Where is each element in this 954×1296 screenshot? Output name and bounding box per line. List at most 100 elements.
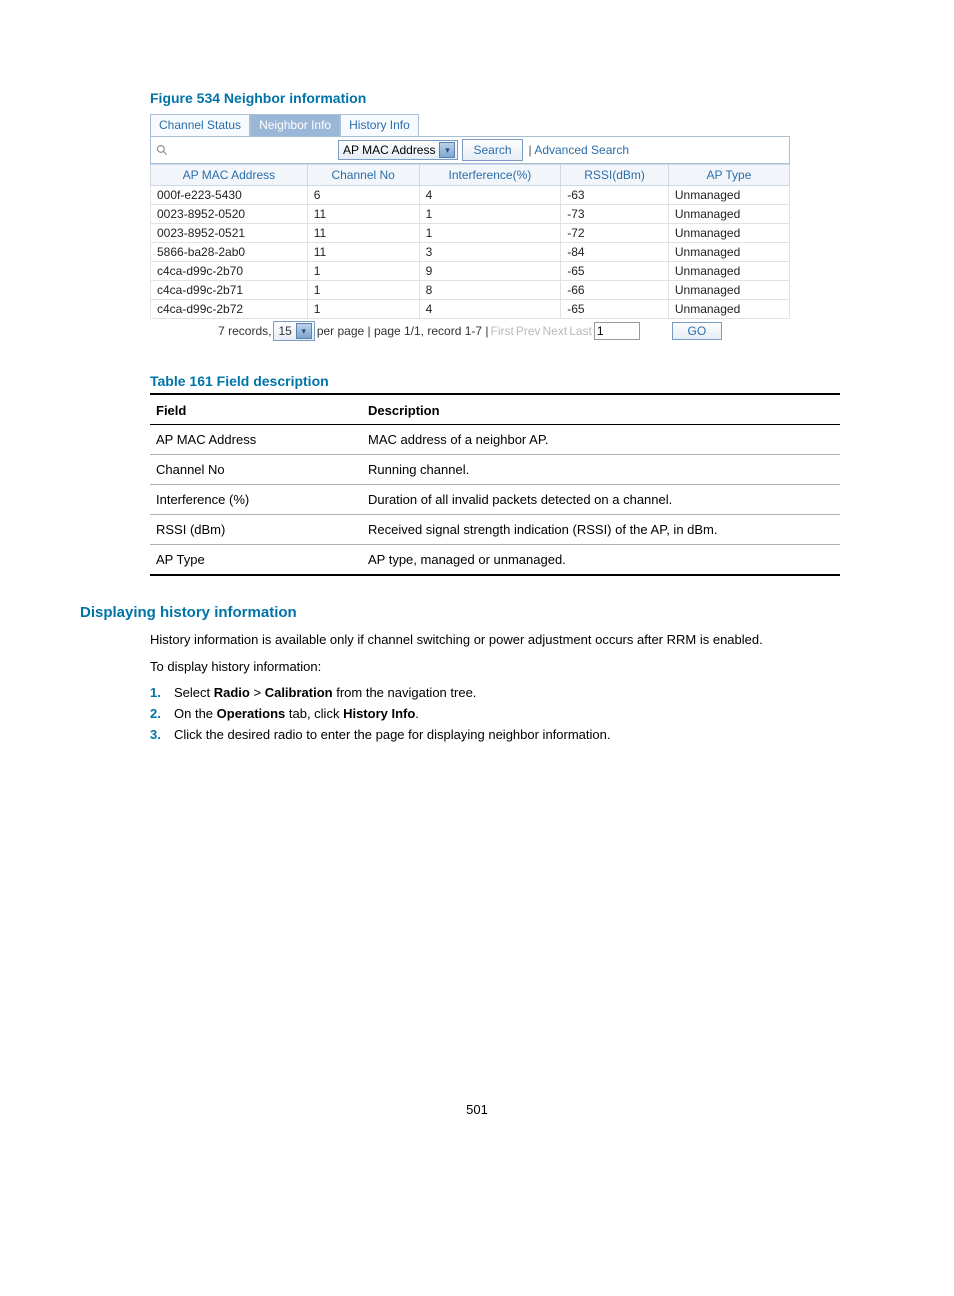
- table-cell: AP MAC Address: [150, 425, 362, 455]
- ui-screenshot: Channel Status Neighbor Info History Inf…: [150, 114, 790, 341]
- search-button[interactable]: Search: [462, 139, 522, 161]
- table-title: Table 161 Field description: [150, 373, 874, 389]
- pager-last[interactable]: Last: [569, 324, 592, 338]
- search-bar: AP MAC Address ▾ Search Advanced Search: [150, 136, 790, 164]
- table-cell: Unmanaged: [668, 262, 789, 281]
- table-cell: -84: [561, 243, 669, 262]
- list-item: 1.Select Radio > Calibration from the na…: [150, 685, 840, 700]
- desc-header-description: Description: [362, 394, 840, 425]
- table-cell: 4: [419, 186, 561, 205]
- tab-bar: Channel Status Neighbor Info History Inf…: [150, 114, 790, 136]
- col-ap-type[interactable]: AP Type: [668, 165, 789, 186]
- pager: 7 records, 15 ▾ per page | page 1/1, rec…: [150, 321, 790, 341]
- body-text: History information is available only if…: [150, 631, 840, 742]
- page-number: 501: [80, 1102, 874, 1117]
- table-cell: 1: [419, 205, 561, 224]
- pager-prev[interactable]: Prev: [516, 324, 541, 338]
- neighbor-table: AP MAC Address Channel No Interference(%…: [150, 164, 790, 319]
- table-cell: -65: [561, 300, 669, 319]
- table-row[interactable]: c4ca-d99c-2b7019-65Unmanaged: [151, 262, 790, 281]
- search-field-select[interactable]: AP MAC Address ▾: [338, 140, 458, 160]
- table-cell: Interference (%): [150, 485, 362, 515]
- table-row[interactable]: c4ca-d99c-2b7214-65Unmanaged: [151, 300, 790, 319]
- table-cell: 0023-8952-0521: [151, 224, 308, 243]
- list-item: 2.On the Operations tab, click History I…: [150, 706, 840, 721]
- table-cell: 1: [419, 224, 561, 243]
- table-cell: Unmanaged: [668, 224, 789, 243]
- pager-records-text: 7 records,: [218, 324, 271, 338]
- per-page-value: 15: [278, 324, 291, 338]
- per-page-select[interactable]: 15 ▾: [273, 321, 314, 341]
- table-cell: 000f-e223-5430: [151, 186, 308, 205]
- search-input[interactable]: [175, 142, 334, 158]
- table-row[interactable]: c4ca-d99c-2b7118-66Unmanaged: [151, 281, 790, 300]
- table-cell: 1: [307, 300, 419, 319]
- table-row: AP MAC AddressMAC address of a neighbor …: [150, 425, 840, 455]
- col-rssi[interactable]: RSSI(dBm): [561, 165, 669, 186]
- col-channel-no[interactable]: Channel No: [307, 165, 419, 186]
- table-cell: Running channel.: [362, 455, 840, 485]
- table-row[interactable]: 0023-8952-0521111-72Unmanaged: [151, 224, 790, 243]
- table-cell: c4ca-d99c-2b71: [151, 281, 308, 300]
- col-ap-mac[interactable]: AP MAC Address: [151, 165, 308, 186]
- table-cell: Received signal strength indication (RSS…: [362, 515, 840, 545]
- list-item: 3.Click the desired radio to enter the p…: [150, 727, 840, 742]
- tab-neighbor-info[interactable]: Neighbor Info: [250, 114, 340, 136]
- table-row: RSSI (dBm)Received signal strength indic…: [150, 515, 840, 545]
- chevron-down-icon: ▾: [296, 323, 312, 339]
- table-cell: 0023-8952-0520: [151, 205, 308, 224]
- table-cell: 11: [307, 243, 419, 262]
- field-description-table: Field Description AP MAC AddressMAC addr…: [150, 393, 840, 576]
- table-cell: -66: [561, 281, 669, 300]
- chevron-down-icon: ▾: [439, 142, 455, 158]
- search-field-select-value: AP MAC Address: [343, 143, 435, 157]
- tab-history-info[interactable]: History Info: [340, 114, 419, 136]
- table-row: Channel NoRunning channel.: [150, 455, 840, 485]
- table-cell: Unmanaged: [668, 300, 789, 319]
- table-cell: Duration of all invalid packets detected…: [362, 485, 840, 515]
- tab-channel-status[interactable]: Channel Status: [150, 114, 250, 136]
- search-icon: [155, 143, 169, 157]
- table-cell: 1: [307, 262, 419, 281]
- table-cell: 11: [307, 205, 419, 224]
- table-cell: 1: [307, 281, 419, 300]
- table-cell: c4ca-d99c-2b70: [151, 262, 308, 281]
- table-cell: -73: [561, 205, 669, 224]
- pager-first[interactable]: First: [491, 324, 514, 338]
- table-cell: -65: [561, 262, 669, 281]
- table-cell: MAC address of a neighbor AP.: [362, 425, 840, 455]
- table-row: Interference (%)Duration of all invalid …: [150, 485, 840, 515]
- table-cell: c4ca-d99c-2b72: [151, 300, 308, 319]
- table-row: AP TypeAP type, managed or unmanaged.: [150, 545, 840, 576]
- go-button[interactable]: GO: [672, 322, 722, 340]
- table-cell: Channel No: [150, 455, 362, 485]
- col-interference[interactable]: Interference(%): [419, 165, 561, 186]
- table-cell: -63: [561, 186, 669, 205]
- table-cell: AP Type: [150, 545, 362, 576]
- page-number-input[interactable]: [594, 322, 640, 340]
- table-row[interactable]: 000f-e223-543064-63Unmanaged: [151, 186, 790, 205]
- table-cell: 6: [307, 186, 419, 205]
- table-cell: Unmanaged: [668, 243, 789, 262]
- table-cell: 3: [419, 243, 561, 262]
- section-heading: Displaying history information: [80, 604, 874, 621]
- table-cell: 8: [419, 281, 561, 300]
- desc-header-field: Field: [150, 394, 362, 425]
- pager-range-text: per page | page 1/1, record 1-7 |: [317, 324, 489, 338]
- figure-title: Figure 534 Neighbor information: [150, 90, 874, 106]
- table-cell: 4: [419, 300, 561, 319]
- table-row[interactable]: 0023-8952-0520111-73Unmanaged: [151, 205, 790, 224]
- table-cell: Unmanaged: [668, 186, 789, 205]
- body-paragraph: To display history information:: [150, 658, 840, 677]
- table-cell: AP type, managed or unmanaged.: [362, 545, 840, 576]
- table-cell: Unmanaged: [668, 205, 789, 224]
- table-row[interactable]: 5866-ba28-2ab0113-84Unmanaged: [151, 243, 790, 262]
- table-cell: RSSI (dBm): [150, 515, 362, 545]
- pager-next[interactable]: Next: [543, 324, 568, 338]
- table-cell: -72: [561, 224, 669, 243]
- table-cell: 11: [307, 224, 419, 243]
- table-cell: Unmanaged: [668, 281, 789, 300]
- table-cell: 9: [419, 262, 561, 281]
- body-paragraph: History information is available only if…: [150, 631, 840, 650]
- advanced-search-link[interactable]: Advanced Search: [529, 143, 630, 157]
